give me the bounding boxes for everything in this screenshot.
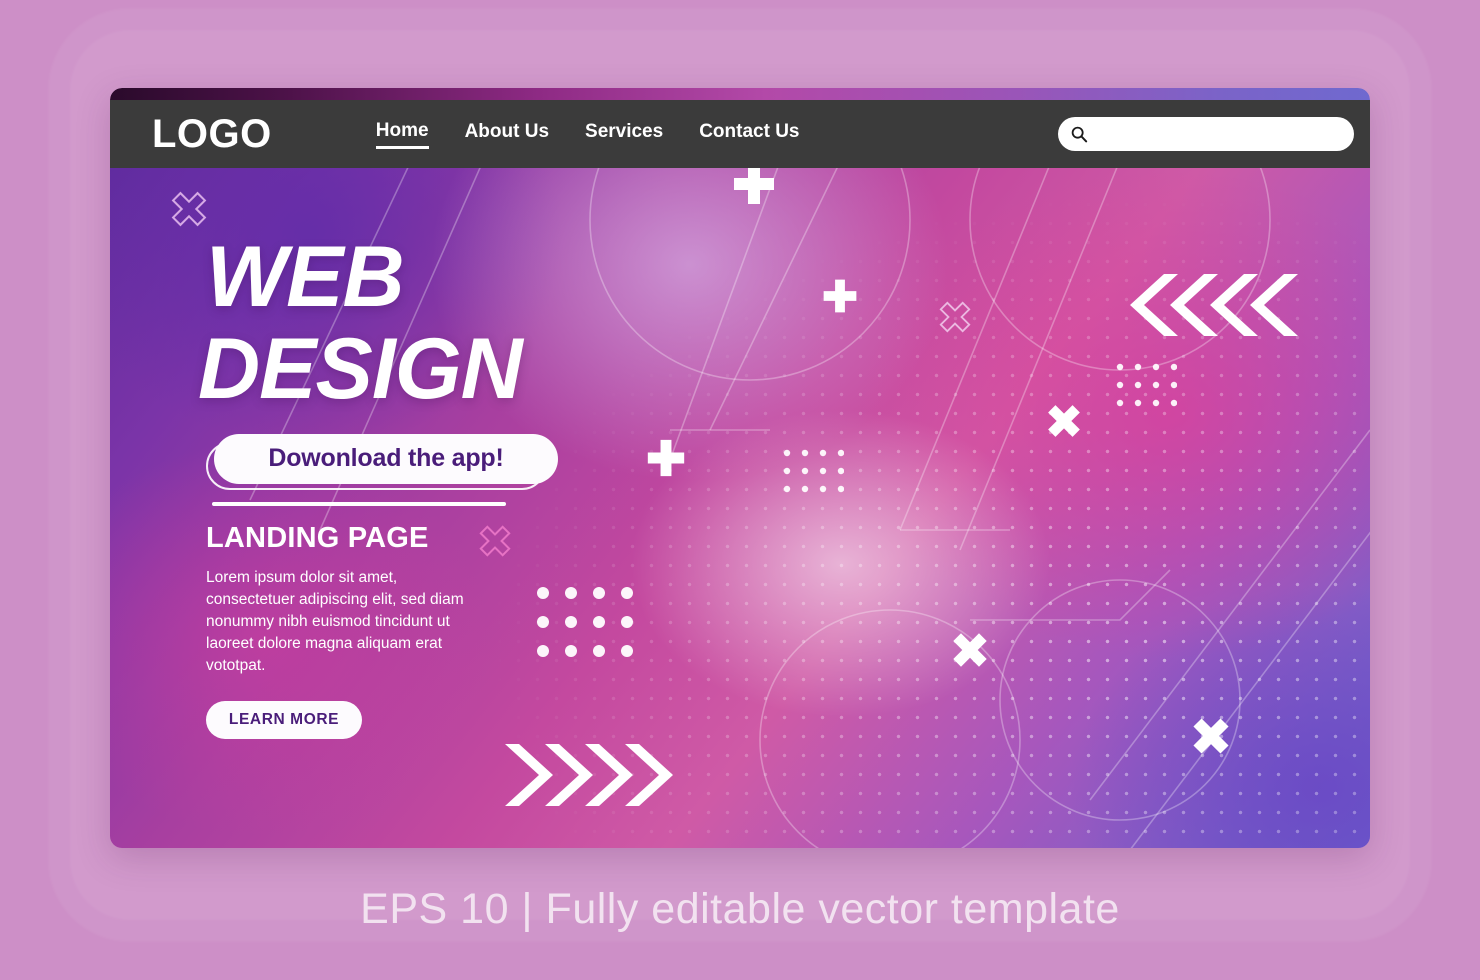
caption-text: EPS 10 | Fully editable vector template <box>360 885 1120 933</box>
dot-grid-icon <box>1116 363 1177 407</box>
navigation-bar: LOGO Home About Us Services Contact Us <box>110 100 1370 168</box>
hero-body-text: Lorem ipsum dolor sit amet, consectetuer… <box>206 568 464 674</box>
learn-more-button[interactable]: LEARN MORE <box>206 700 362 739</box>
hero-subtitle: LANDING PAGE <box>206 521 429 554</box>
chevrons-left-icon <box>1130 274 1298 336</box>
plus-icon <box>823 279 857 313</box>
poster-canvas: WEB DESIGN Dowonload the app! LANDING PA… <box>0 0 1480 980</box>
plus-icon <box>734 164 774 204</box>
x-mark-icon <box>1193 718 1229 754</box>
logo[interactable]: LOGO <box>152 112 272 157</box>
headline-line-1: WEB <box>206 229 405 325</box>
browser-mockup-card: WEB DESIGN Dowonload the app! LANDING PA… <box>110 88 1370 848</box>
search-input[interactable] <box>1088 117 1354 151</box>
nav-link-home[interactable]: Home <box>375 120 429 149</box>
x-mark-icon <box>953 633 987 667</box>
nav-link-contact-us[interactable]: Contact Us <box>699 121 799 147</box>
hero-content: WEB DESIGN Dowonload the app! LANDING PA… <box>198 229 686 739</box>
search-icon <box>1071 126 1088 143</box>
chevrons-right-icon <box>505 744 673 806</box>
headline-line-2: DESIGN <box>198 321 523 418</box>
hero-divider-rule <box>212 501 506 506</box>
x-mark-icon <box>1048 405 1080 437</box>
x-mark-outline-icon <box>939 301 971 333</box>
dot-grid-icon <box>783 449 844 493</box>
download-app-button[interactable]: Dowonload the app! <box>214 433 558 484</box>
nav-link-services[interactable]: Services <box>585 121 663 147</box>
nav-link-about-us[interactable]: About Us <box>465 121 549 147</box>
download-button-group: Dowonload the app! <box>206 433 558 490</box>
nav-menu: Home About Us Services Contact Us <box>375 120 800 149</box>
search-bar[interactable] <box>1058 117 1354 151</box>
card-top-gradient-strip <box>110 88 1370 100</box>
x-mark-outline-icon <box>171 191 207 227</box>
hero-section: WEB DESIGN Dowonload the app! LANDING PA… <box>110 100 1370 848</box>
